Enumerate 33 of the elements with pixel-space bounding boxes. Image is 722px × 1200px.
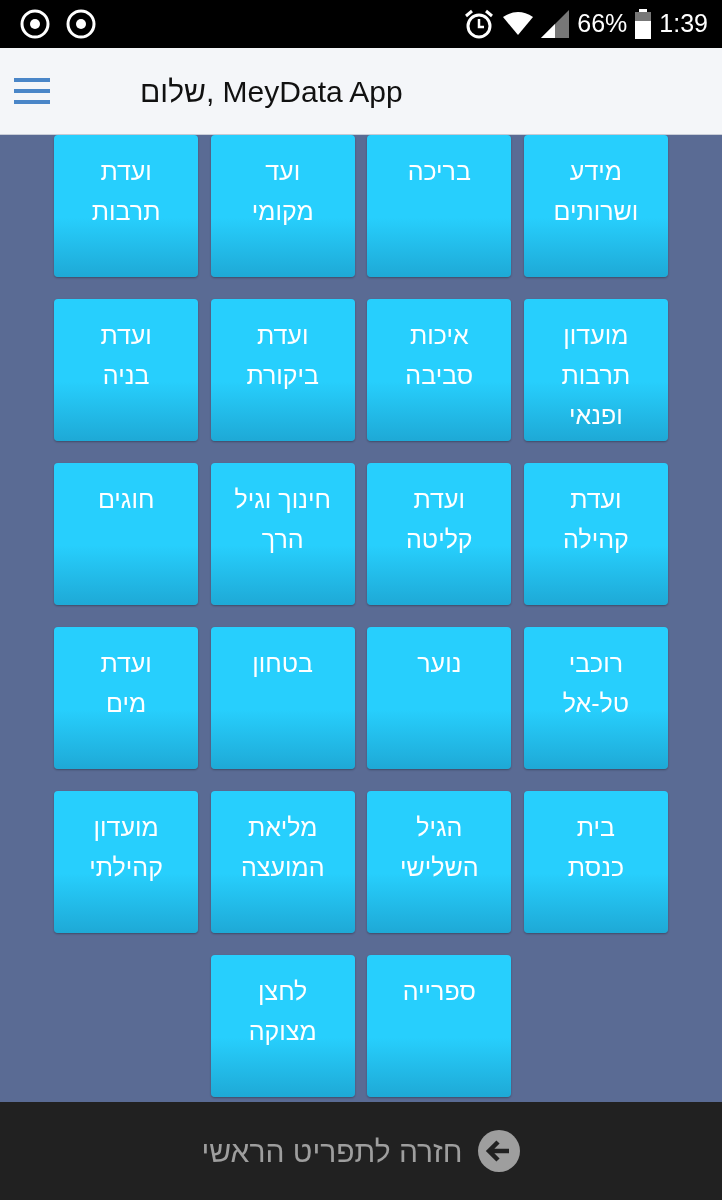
menu-tile[interactable]: בריכה bbox=[367, 135, 512, 277]
menu-tile[interactable]: הגיל השלישי bbox=[367, 791, 512, 933]
menu-tile[interactable]: מועדון תרבות ופנאי bbox=[523, 299, 668, 441]
clock-time: 1:39 bbox=[659, 8, 708, 40]
menu-tile[interactable]: מליאת המועצה bbox=[210, 791, 355, 933]
menu-tile[interactable]: ועדת תרבות bbox=[54, 135, 199, 277]
menu-tile[interactable]: ועדת קהילה bbox=[523, 463, 668, 605]
back-to-main-menu-button[interactable]: חזרה לתפריט הראשי bbox=[0, 1102, 722, 1200]
app-title: שלום, MeyData App bbox=[140, 73, 403, 110]
battery-percent: 66% bbox=[577, 8, 628, 40]
menu-tile[interactable]: חוגים bbox=[54, 463, 199, 605]
menu-tile[interactable]: ועדת קליטה bbox=[367, 463, 512, 605]
menu-tile[interactable]: חינוך וגיל הרך bbox=[210, 463, 355, 605]
menu-tile[interactable]: בית כנסת bbox=[523, 791, 668, 933]
browser-icon bbox=[66, 9, 96, 39]
menu-tile[interactable]: נוער bbox=[367, 627, 512, 769]
menu-tile[interactable]: בטחון bbox=[210, 627, 355, 769]
wifi-icon bbox=[503, 11, 534, 37]
battery-icon bbox=[635, 9, 652, 39]
menu-button[interactable] bbox=[14, 78, 50, 104]
menu-tile[interactable]: ועדת בניה bbox=[54, 299, 199, 441]
menu-tile[interactable]: ועד מקומי bbox=[210, 135, 355, 277]
menu-tile[interactable]: ועדת ביקורת bbox=[210, 299, 355, 441]
menu-tile[interactable]: מידע ושרותים bbox=[523, 135, 668, 277]
browser-icon bbox=[20, 9, 50, 39]
alarm-icon bbox=[463, 8, 496, 40]
menu-tile[interactable]: מועדון קהילתי bbox=[54, 791, 199, 933]
menu-tile[interactable]: לחצן מצוקה bbox=[210, 955, 355, 1097]
signal-icon bbox=[541, 10, 570, 38]
menu-tile[interactable]: ועדת מים bbox=[54, 627, 199, 769]
menu-tile[interactable]: ספרייה bbox=[367, 955, 512, 1097]
menu-tile[interactable]: איכות סביבה bbox=[367, 299, 512, 441]
menu-tile[interactable]: רוכבי טל-אל bbox=[523, 627, 668, 769]
